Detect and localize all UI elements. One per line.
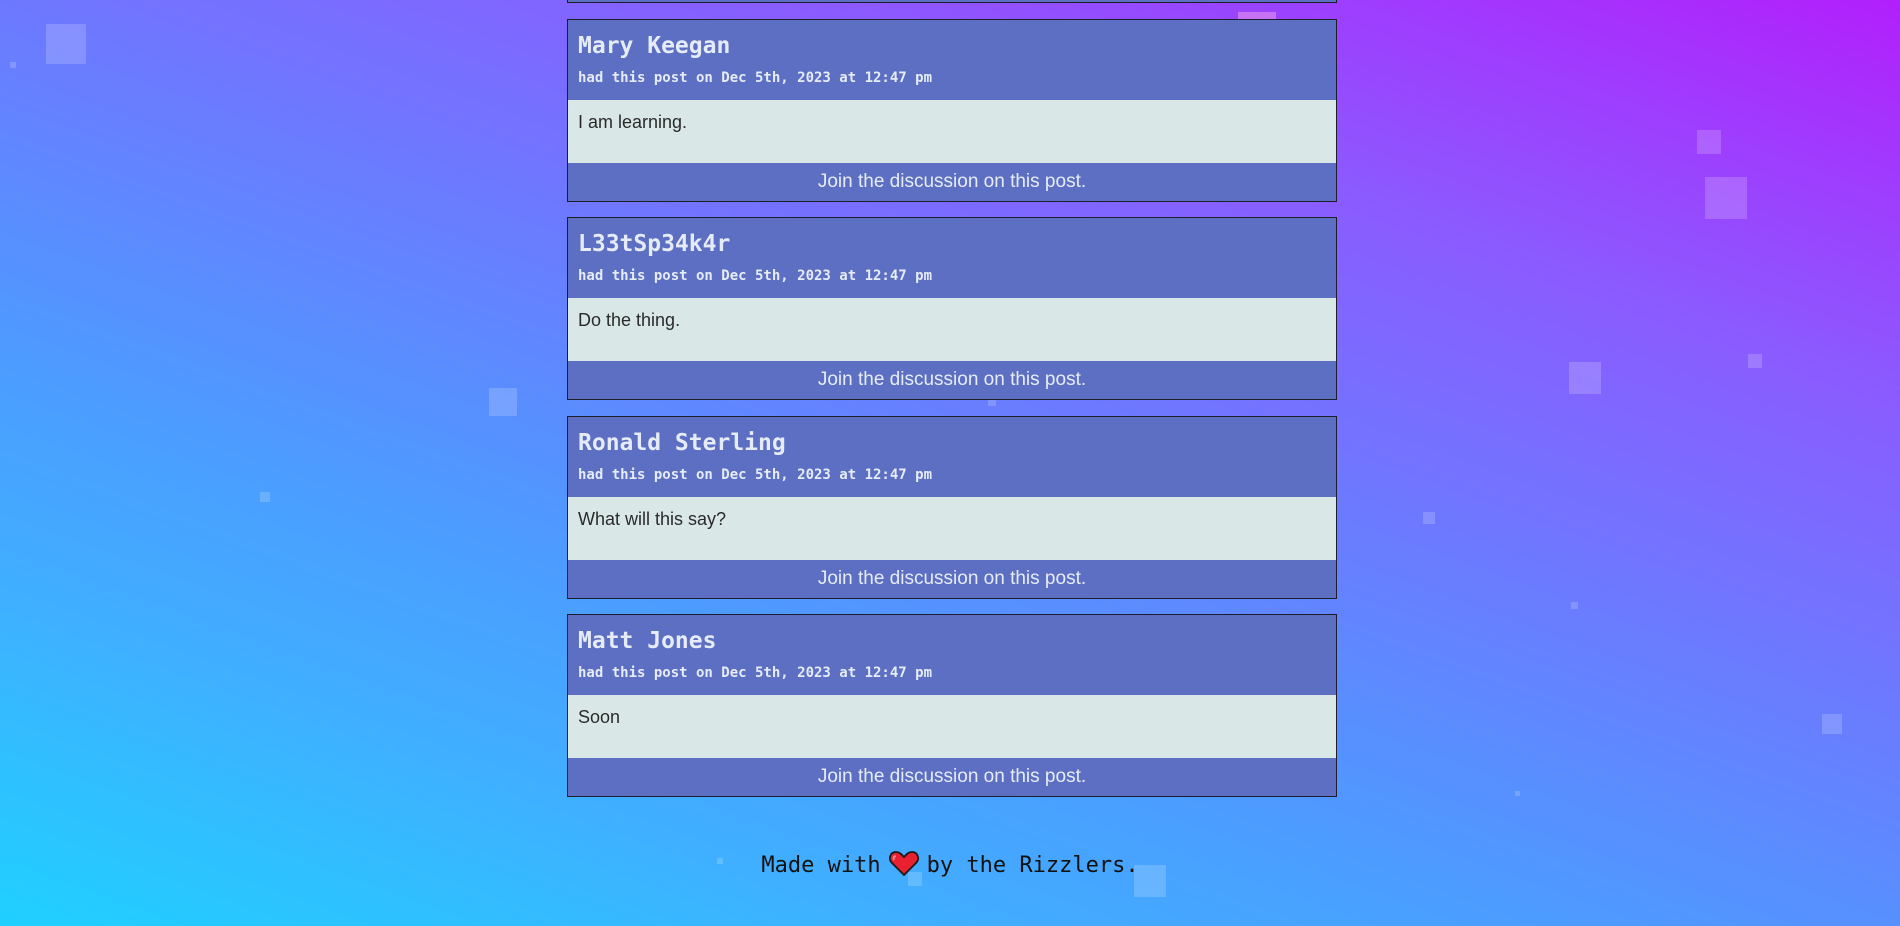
post-header: L33tSp34k4r had this post on Dec 5th, 20… [568, 218, 1336, 298]
background-square [1569, 362, 1601, 394]
post-header: Mary Keegan had this post on Dec 5th, 20… [568, 20, 1336, 100]
heart-icon [888, 850, 919, 882]
site-footer: Made with by the Rizzlers. [0, 850, 1900, 882]
background-square [1697, 130, 1721, 154]
post-card: Matt Jones had this post on Dec 5th, 202… [567, 614, 1337, 797]
post-meta: had this post on Dec 5th, 2023 at 12:47 … [578, 268, 933, 284]
post-card: L33tSp34k4r had this post on Dec 5th, 20… [567, 217, 1337, 400]
background-square [489, 388, 517, 416]
background-square [988, 400, 996, 406]
join-discussion-link[interactable]: Join the discussion on this post. [568, 361, 1336, 399]
post-author: L33tSp34k4r [578, 231, 731, 257]
post-card: Ronald Sterling had this post on Dec 5th… [567, 416, 1337, 599]
background-square [1705, 177, 1747, 219]
previous-post-edge [567, 0, 1337, 3]
post-body: I am learning. [568, 100, 1336, 163]
post-author: Mary Keegan [578, 33, 731, 59]
post-author: Ronald Sterling [578, 430, 786, 456]
post-body: What will this say? [568, 497, 1336, 560]
post-body: Soon [568, 695, 1336, 758]
footer-text-after: by the Rizzlers. [926, 853, 1139, 878]
post-meta: had this post on Dec 5th, 2023 at 12:47 … [578, 70, 933, 86]
post-body: Do the thing. [568, 298, 1336, 361]
background-square [46, 24, 86, 64]
join-discussion-link[interactable]: Join the discussion on this post. [568, 163, 1336, 201]
post-meta: had this post on Dec 5th, 2023 at 12:47 … [578, 467, 933, 483]
background-square [10, 62, 16, 68]
background-square [260, 492, 270, 502]
post-author: Matt Jones [578, 628, 717, 654]
post-header: Ronald Sterling had this post on Dec 5th… [568, 417, 1336, 497]
background-square [1515, 791, 1520, 796]
post-header: Matt Jones had this post on Dec 5th, 202… [568, 615, 1336, 695]
background-square [1571, 602, 1578, 609]
post-card: Mary Keegan had this post on Dec 5th, 20… [567, 19, 1337, 202]
join-discussion-link[interactable]: Join the discussion on this post. [568, 560, 1336, 598]
background-square [1748, 354, 1762, 368]
footer-text-before: Made with [761, 853, 881, 878]
background-square [1822, 714, 1842, 734]
join-discussion-link[interactable]: Join the discussion on this post. [568, 758, 1336, 796]
post-meta: had this post on Dec 5th, 2023 at 12:47 … [578, 665, 933, 681]
background-square [1423, 512, 1435, 524]
